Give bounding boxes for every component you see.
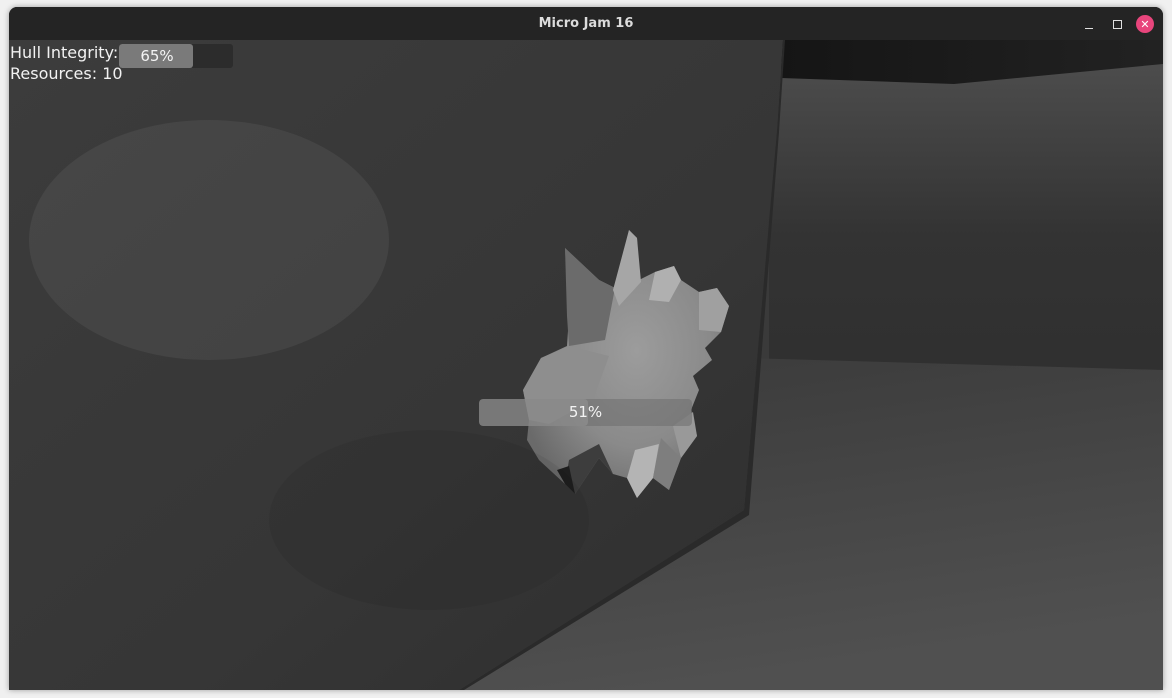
close-icon: ✕	[1140, 17, 1150, 31]
hull-integrity-value: 65%	[140, 47, 174, 65]
hull-integrity-label: Hull Integrity:	[10, 43, 119, 62]
minimize-icon	[1085, 27, 1093, 29]
mining-progress-bar: 51%	[479, 399, 692, 426]
maximize-icon	[1112, 19, 1122, 29]
hull-integrity-row: Hull Integrity:	[10, 42, 118, 63]
close-button[interactable]: ✕	[1136, 15, 1154, 33]
game-window: Micro Jam 16 ✕ Hull Integrity: 65% Resou…	[9, 7, 1163, 690]
mining-progress-value: 51%	[568, 403, 603, 421]
minimize-button[interactable]	[1080, 15, 1098, 33]
maximize-button[interactable]	[1108, 15, 1126, 33]
game-viewport[interactable]: Hull Integrity: 65% Resources: 10 51%	[9, 40, 1163, 690]
resources-counter: Resources: 10	[10, 64, 123, 83]
title-bar[interactable]: Micro Jam 16 ✕	[9, 7, 1163, 40]
window-title: Micro Jam 16	[538, 16, 634, 31]
hull-integrity-bar: 65%	[119, 44, 233, 68]
game-scene	[9, 40, 1163, 690]
